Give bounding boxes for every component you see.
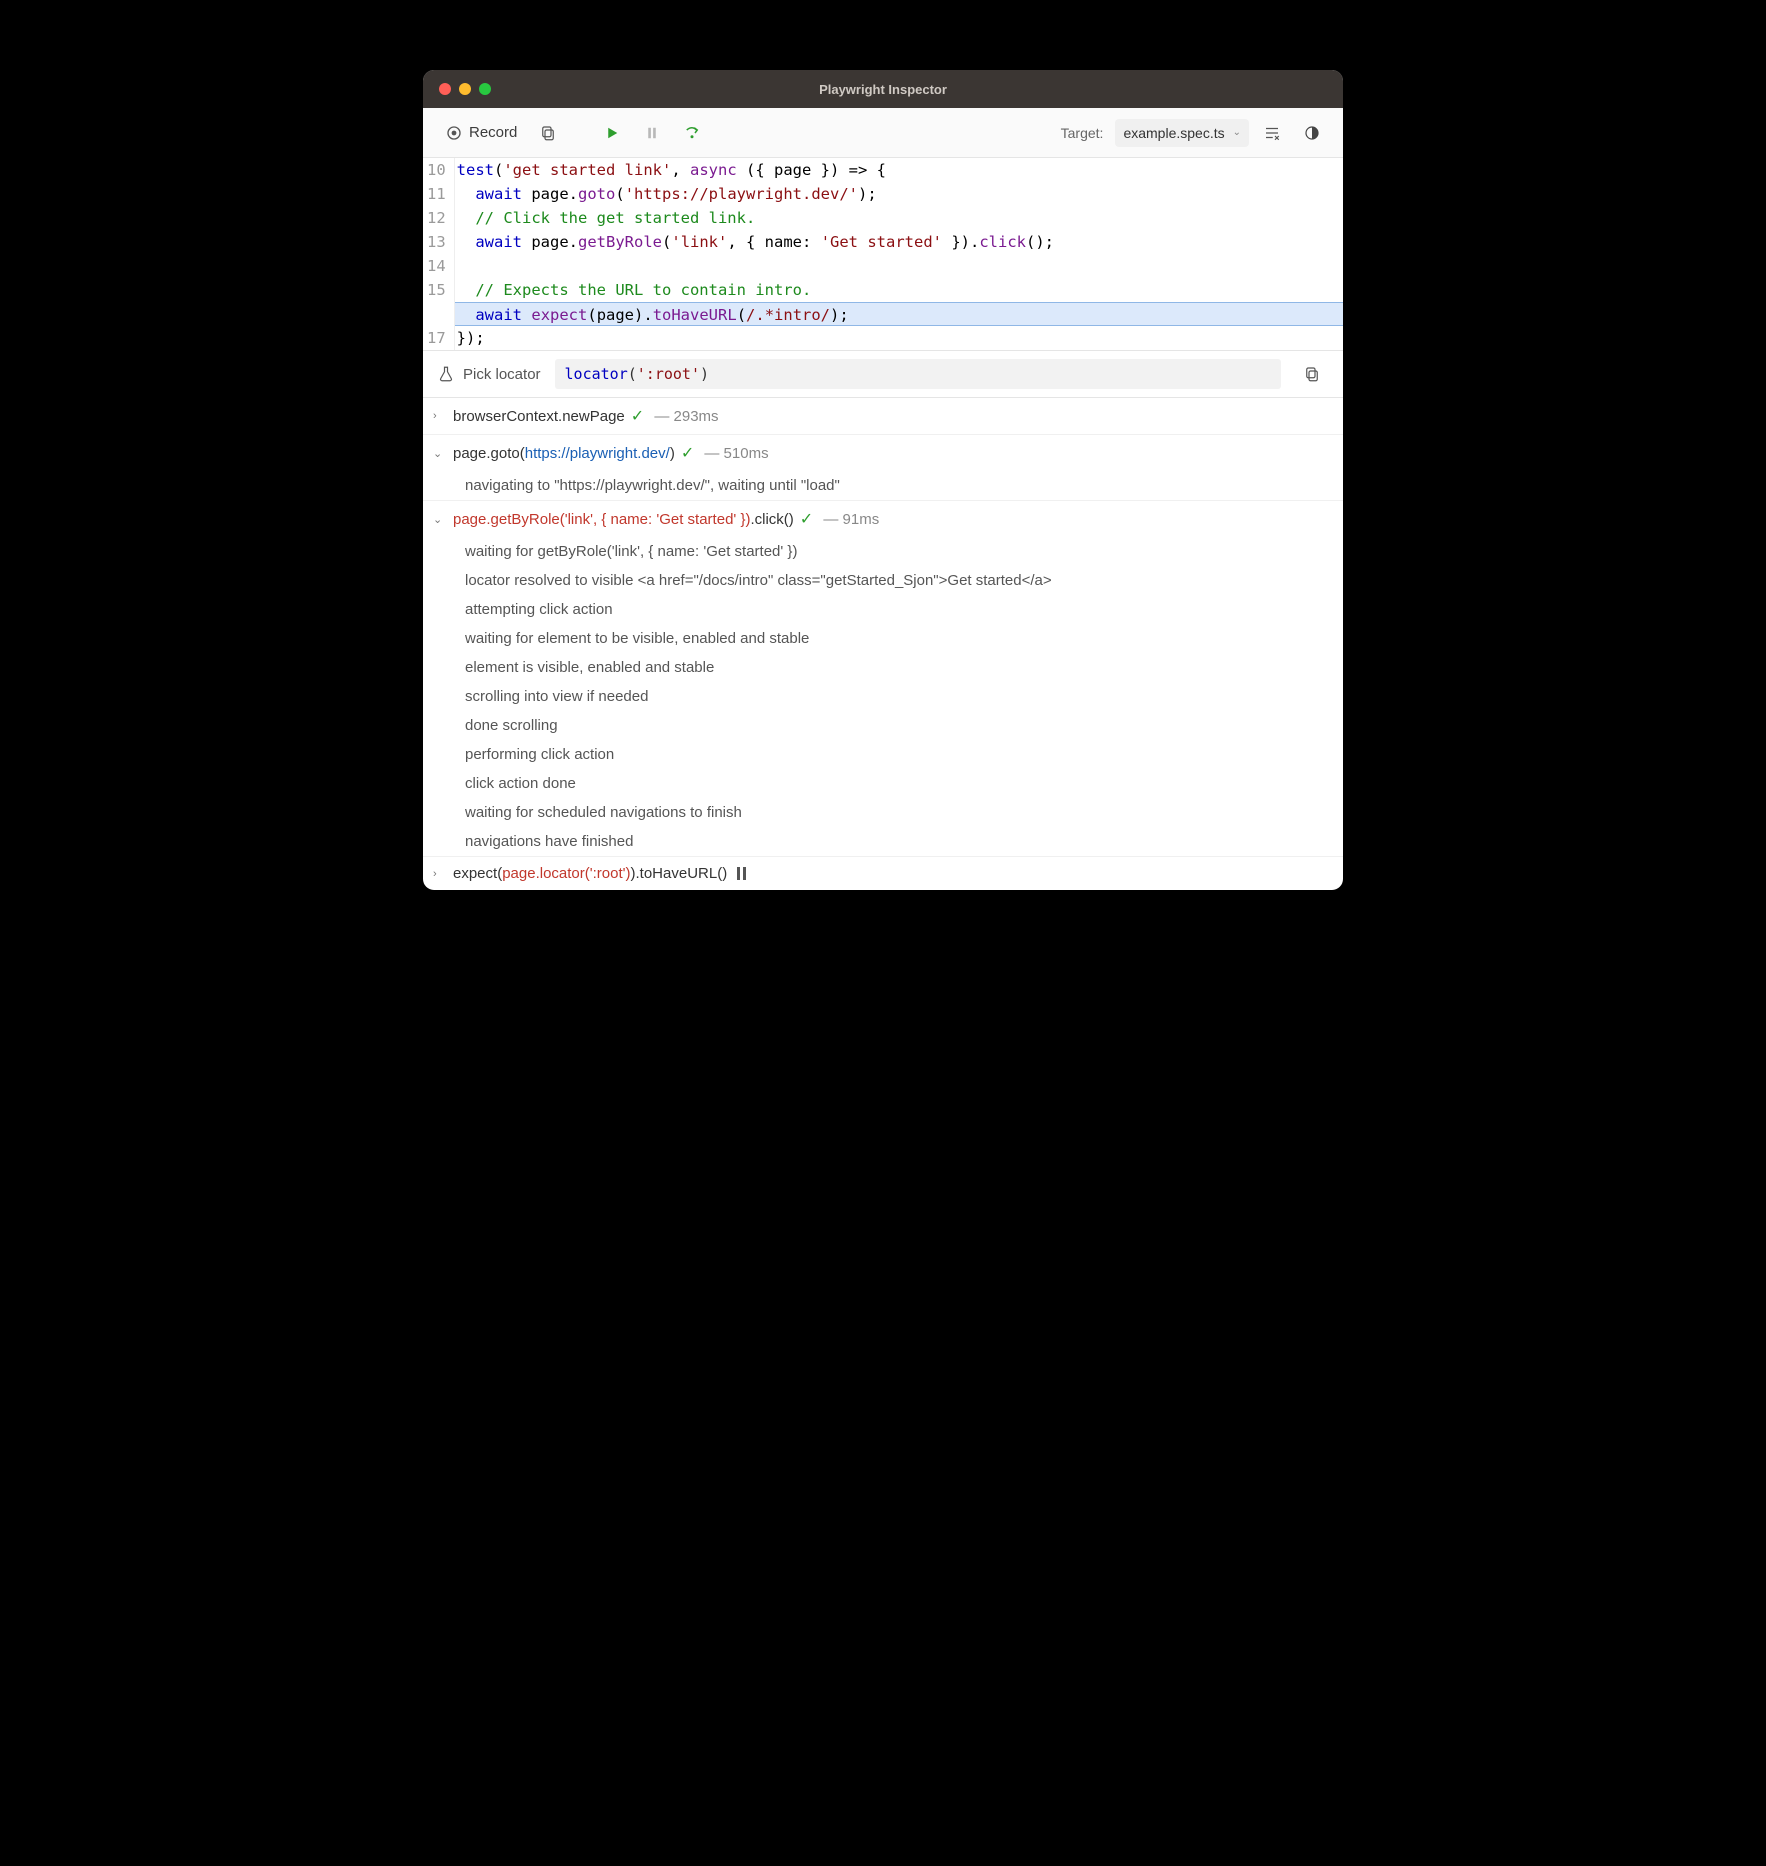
call-detail: waiting for getByRole('link', { name: 'G… [423, 537, 1343, 566]
call-row[interactable]: ⌄page.getByRole('link', { name: 'Get sta… [423, 500, 1343, 537]
clear-lines-icon [1263, 124, 1281, 142]
traffic-lights [423, 83, 491, 95]
call-row[interactable]: ›browserContext.newPage ✓ — 293ms [423, 398, 1343, 434]
call-detail: click action done [423, 769, 1343, 798]
copy-icon [539, 124, 557, 142]
code-editor[interactable]: 10111213141517 test('get started link', … [423, 158, 1343, 350]
minimize-icon[interactable] [459, 83, 471, 95]
call-detail: waiting for element to be visible, enabl… [423, 624, 1343, 653]
editor-code: test('get started link', async ({ page }… [455, 158, 1343, 350]
locator-input[interactable]: locator(':root') [555, 359, 1281, 389]
call-detail: locator resolved to visible <a href="/do… [423, 566, 1343, 595]
target-select[interactable]: example.spec.ts ⌄ [1115, 119, 1249, 147]
call-log: ›browserContext.newPage ✓ — 293ms⌄page.g… [423, 397, 1343, 890]
theme-button[interactable] [1295, 118, 1329, 148]
play-button[interactable] [595, 118, 629, 148]
chevron-down-icon: ⌄ [1233, 127, 1241, 138]
titlebar: Playwright Inspector [423, 70, 1343, 108]
editor-gutter: 10111213141517 [423, 158, 455, 350]
call-row[interactable]: ›expect(page.locator(':root')).toHaveURL… [423, 856, 1343, 890]
play-icon [603, 124, 621, 142]
call-detail: waiting for scheduled navigations to fin… [423, 798, 1343, 827]
record-button[interactable]: Record [437, 118, 525, 148]
call-detail: attempting click action [423, 595, 1343, 624]
call-detail: element is visible, enabled and stable [423, 653, 1343, 682]
locator-bar: Pick locator locator(':root') [423, 350, 1343, 397]
close-icon[interactable] [439, 83, 451, 95]
record-icon [445, 124, 463, 142]
call-detail: done scrolling [423, 711, 1343, 740]
call-detail: navigating to "https://playwright.dev/",… [423, 471, 1343, 500]
call-detail: performing click action [423, 740, 1343, 769]
target-label: Target: [1061, 125, 1104, 141]
maximize-icon[interactable] [479, 83, 491, 95]
pause-button[interactable] [635, 118, 669, 148]
copy-button[interactable] [531, 118, 565, 148]
inspector-window: Playwright Inspector Record Target: exam… [423, 70, 1343, 890]
flask-icon [437, 365, 455, 383]
call-detail: navigations have finished [423, 827, 1343, 856]
copy-icon [1303, 365, 1321, 383]
step-button[interactable] [675, 118, 709, 148]
toolbar: Record Target: example.spec.ts ⌄ [423, 108, 1343, 158]
pause-icon [643, 124, 661, 142]
step-icon [683, 124, 701, 142]
pick-locator-button[interactable]: Pick locator [437, 365, 541, 383]
call-detail: scrolling into view if needed [423, 682, 1343, 711]
copy-locator-button[interactable] [1295, 359, 1329, 389]
clear-button[interactable] [1255, 118, 1289, 148]
call-row[interactable]: ⌄page.goto(https://playwright.dev/) ✓ — … [423, 434, 1343, 471]
theme-icon [1303, 124, 1321, 142]
window-title: Playwright Inspector [423, 82, 1343, 97]
